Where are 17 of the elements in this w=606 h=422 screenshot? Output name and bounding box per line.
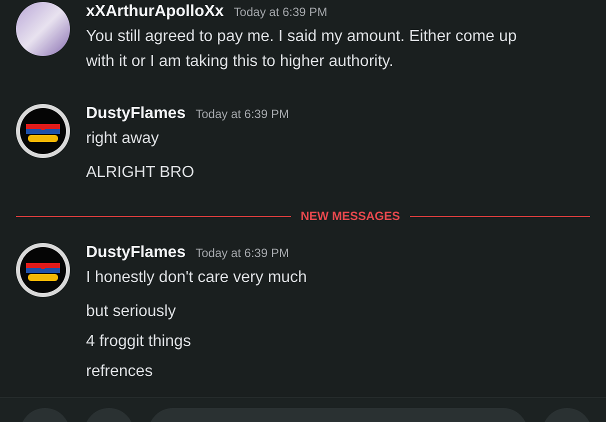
new-messages-divider-label: NEW MESSAGES	[300, 209, 400, 223]
avatar-picture	[16, 2, 70, 56]
message-text: right away	[86, 129, 160, 149]
timestamp: Today at 6:39 PM	[196, 106, 289, 123]
avatar	[16, 243, 70, 297]
timestamp: Today at 6:39 PM	[196, 245, 289, 262]
message-text: 4 froggit things	[86, 332, 192, 352]
message-text: You still agreed to pay me. I said my amount. Either come up with it or I am taking this to higher authority.	[86, 27, 518, 72]
message-text: but seriously	[86, 302, 177, 322]
message-text: I honestly don't care very much	[86, 268, 307, 288]
author-name[interactable]: xXArthurApolloXx	[86, 2, 224, 22]
message-text: ALRIGHT BRO	[86, 163, 196, 183]
author-name[interactable]: DustyFlames	[86, 243, 186, 263]
timestamp: Today at 6:39 PM	[234, 4, 328, 21]
author-name[interactable]: DustyFlames	[86, 104, 186, 124]
message-text: refrences	[86, 362, 154, 382]
avatar	[16, 104, 70, 158]
